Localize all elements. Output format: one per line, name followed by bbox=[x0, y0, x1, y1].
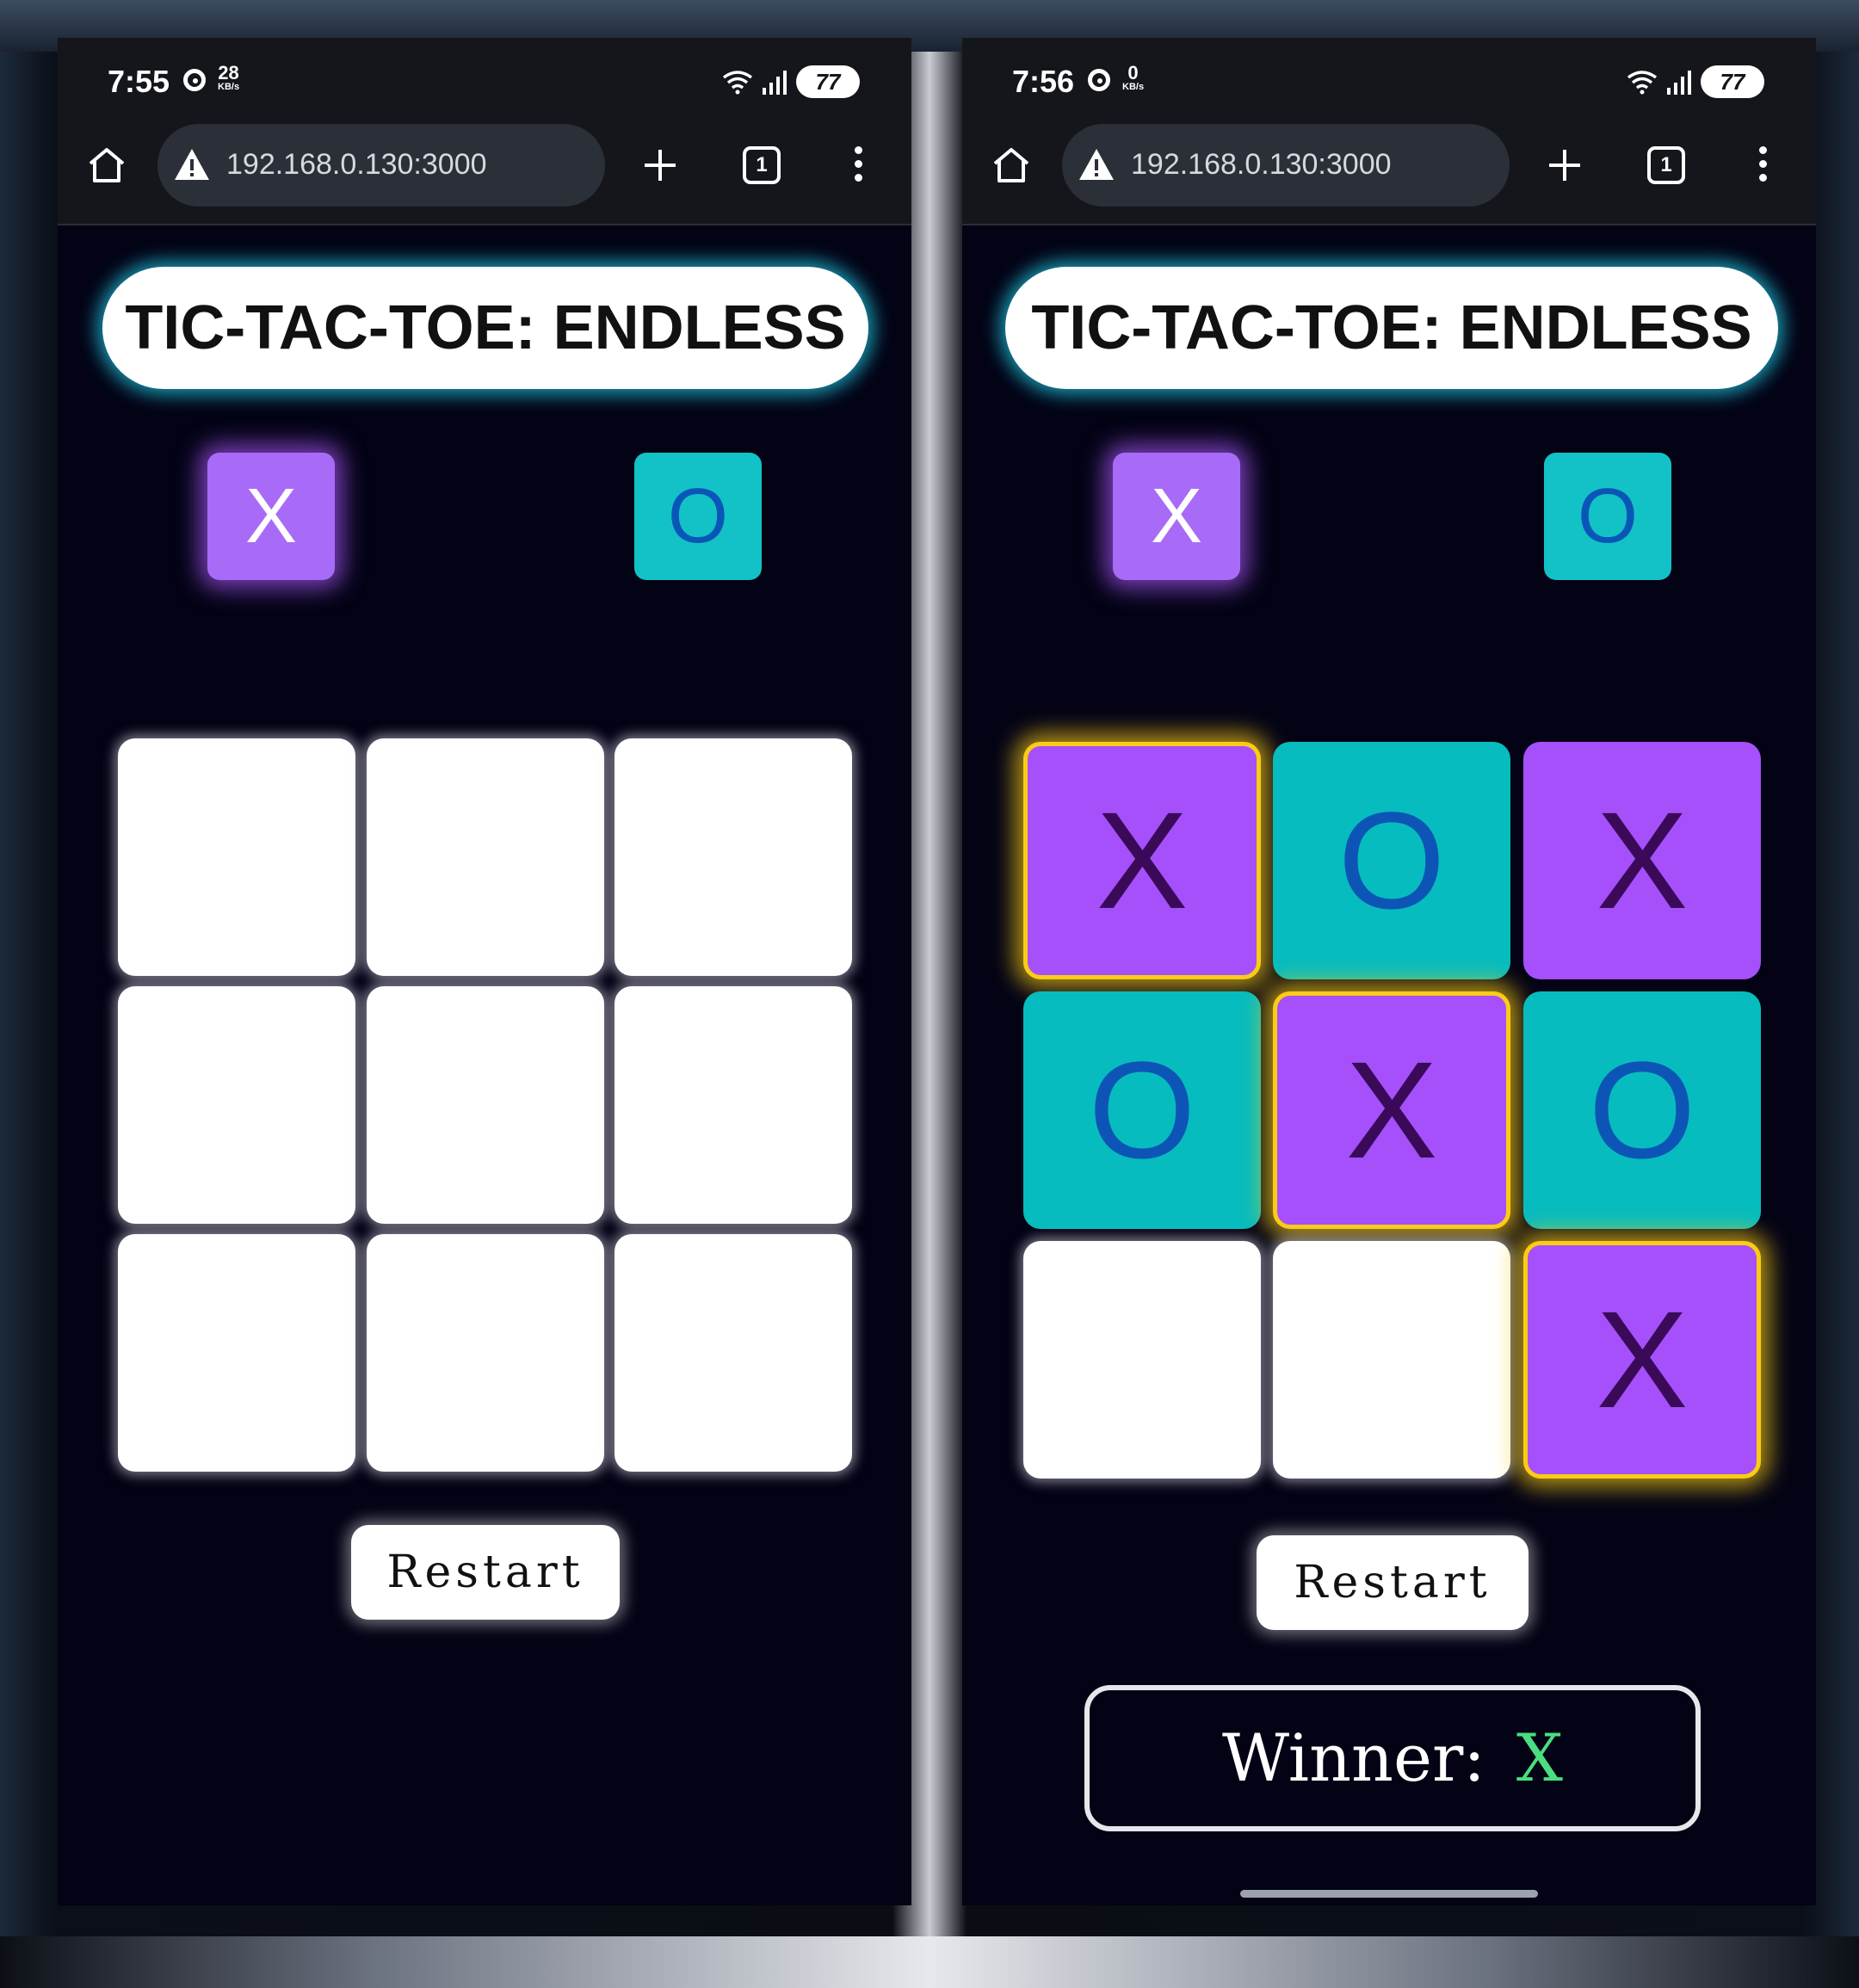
signal-icon bbox=[763, 71, 787, 95]
restart-button[interactable]: Restart bbox=[351, 1525, 620, 1620]
winner-label: Winner: bbox=[1221, 1719, 1485, 1796]
network-speed: 28 KB/s bbox=[218, 64, 239, 92]
status-time: 7:55 bbox=[108, 64, 170, 99]
network-speed-unit: KB/s bbox=[1122, 82, 1145, 92]
new-tab-icon[interactable] bbox=[1544, 145, 1585, 186]
network-speed: 0 KB/s bbox=[1122, 64, 1144, 92]
phone-screen-after: 7:56 0 KB/s 77 192.168.0.130:3000 1 TIC-… bbox=[962, 38, 1816, 1905]
network-speed-value: 28 bbox=[218, 62, 239, 83]
more-menu-icon[interactable] bbox=[1757, 143, 1768, 188]
address-bar[interactable]: 192.168.0.130:3000 bbox=[1062, 124, 1510, 207]
browser-chrome: 7:55 28 KB/s 77 192.168.0.130:3000 1 bbox=[58, 38, 911, 225]
background-bottom bbox=[0, 1936, 1859, 1988]
home-icon[interactable] bbox=[87, 146, 127, 184]
player-o-badge: O bbox=[634, 453, 762, 580]
board-cell[interactable] bbox=[1273, 1241, 1510, 1479]
network-speed-unit: KB/s bbox=[218, 82, 240, 92]
winner-value: X bbox=[1516, 1719, 1563, 1796]
url-text: 192.168.0.130:3000 bbox=[1131, 148, 1392, 181]
battery-indicator: 77 bbox=[1701, 65, 1764, 98]
warning-icon bbox=[175, 149, 209, 180]
game-title: TIC-TAC-TOE: ENDLESS bbox=[1005, 267, 1778, 389]
sync-icon bbox=[1088, 69, 1110, 91]
warning-icon bbox=[1079, 149, 1114, 180]
restart-button[interactable]: Restart bbox=[1257, 1535, 1529, 1630]
tab-switcher-icon[interactable]: 1 bbox=[743, 146, 781, 184]
board-cell[interactable] bbox=[118, 1234, 355, 1472]
status-time: 7:56 bbox=[1012, 64, 1075, 99]
player-o-badge: O bbox=[1544, 453, 1671, 580]
board-cell[interactable]: O bbox=[1273, 742, 1510, 979]
wifi-icon bbox=[722, 71, 753, 95]
url-text: 192.168.0.130:3000 bbox=[226, 148, 487, 181]
board-cell[interactable] bbox=[118, 738, 355, 976]
browser-nav-row: 192.168.0.130:3000 1 bbox=[962, 122, 1816, 208]
browser-chrome: 7:56 0 KB/s 77 192.168.0.130:3000 1 bbox=[962, 38, 1816, 225]
board-cell[interactable] bbox=[615, 986, 852, 1224]
signal-icon bbox=[1667, 71, 1691, 95]
address-bar[interactable]: 192.168.0.130:3000 bbox=[157, 124, 605, 207]
sync-icon bbox=[183, 69, 206, 91]
new-tab-icon[interactable] bbox=[639, 145, 681, 186]
board-cell[interactable] bbox=[367, 986, 604, 1224]
player-x-badge: X bbox=[207, 453, 335, 580]
wifi-icon bbox=[1627, 71, 1658, 95]
board-cell[interactable]: O bbox=[1523, 991, 1761, 1229]
board-cell[interactable] bbox=[118, 986, 355, 1224]
game-title: TIC-TAC-TOE: ENDLESS bbox=[102, 267, 868, 389]
board-cell[interactable] bbox=[367, 738, 604, 976]
board-cell[interactable]: X bbox=[1023, 742, 1261, 979]
player-x-badge: X bbox=[1113, 453, 1240, 580]
tab-switcher-icon[interactable]: 1 bbox=[1647, 146, 1685, 184]
board-cell[interactable] bbox=[615, 1234, 852, 1472]
battery-indicator: 77 bbox=[796, 65, 860, 98]
board-cell[interactable]: X bbox=[1273, 991, 1510, 1229]
status-bar: 7:55 28 KB/s 77 bbox=[58, 38, 911, 115]
browser-nav-row: 192.168.0.130:3000 1 bbox=[58, 122, 911, 208]
home-icon[interactable] bbox=[991, 146, 1031, 184]
winner-banner: Winner: X bbox=[1084, 1685, 1701, 1831]
board-cell[interactable]: O bbox=[1023, 991, 1261, 1229]
board-cell[interactable]: X bbox=[1523, 1241, 1761, 1479]
network-speed-value: 0 bbox=[1127, 62, 1139, 83]
board-cell[interactable] bbox=[367, 1234, 604, 1472]
board-cell[interactable] bbox=[1023, 1241, 1261, 1479]
gesture-handle[interactable] bbox=[1240, 1890, 1538, 1898]
status-bar: 7:56 0 KB/s 77 bbox=[962, 38, 1816, 115]
phone-screen-before: 7:55 28 KB/s 77 192.168.0.130:3000 1 TIC… bbox=[58, 38, 911, 1905]
board-cell[interactable] bbox=[615, 738, 852, 976]
more-menu-icon[interactable] bbox=[853, 143, 863, 188]
board-cell[interactable]: X bbox=[1523, 742, 1761, 979]
